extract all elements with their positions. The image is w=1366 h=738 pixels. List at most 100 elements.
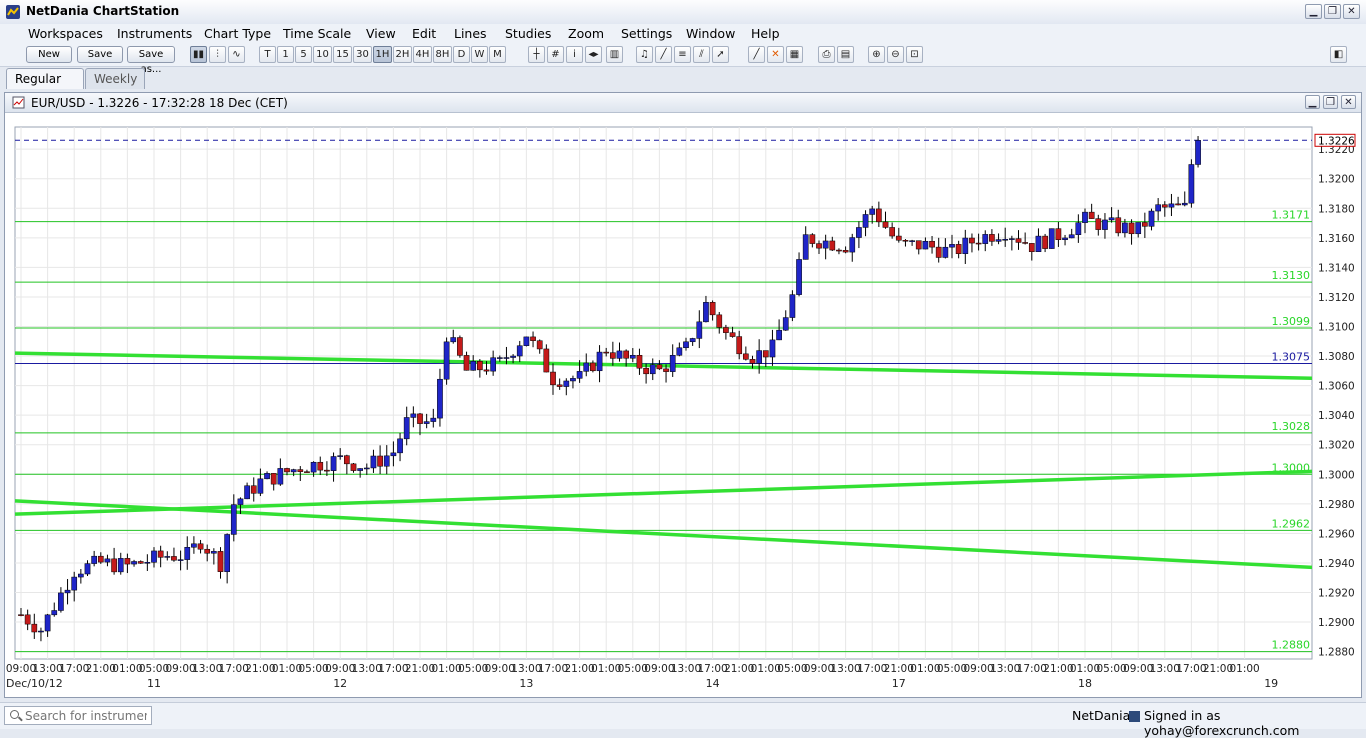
candle-body bbox=[802, 234, 809, 260]
y-tick-label: 1.3180 bbox=[1318, 203, 1355, 215]
interval-10-button[interactable]: 10 bbox=[313, 46, 332, 63]
interval-1-button[interactable]: 1 bbox=[277, 46, 294, 63]
zoom-in-icon[interactable]: ⊕ bbox=[868, 46, 885, 63]
menu-workspaces[interactable]: Workspaces bbox=[24, 25, 107, 43]
menu-view[interactable]: View bbox=[362, 25, 400, 43]
menu-studies[interactable]: Studies bbox=[501, 25, 555, 43]
menu-lines[interactable]: Lines bbox=[450, 25, 491, 43]
interval-4h-button[interactable]: 4H bbox=[413, 46, 432, 63]
menu-chart-type[interactable]: Chart Type bbox=[200, 25, 275, 43]
menu-edit[interactable]: Edit bbox=[408, 25, 440, 43]
delete-all-icon[interactable]: ▦ bbox=[786, 46, 803, 63]
date-label: 19 bbox=[1264, 677, 1278, 690]
new-button[interactable]: New bbox=[26, 46, 72, 63]
menu-time-scale[interactable]: Time Scale bbox=[279, 25, 355, 43]
line-chart-icon[interactable]: ∿ bbox=[228, 46, 245, 63]
candle-body bbox=[895, 235, 902, 241]
price-chart[interactable]: 1.2880 1.2900 1.2920 1.2940 1.2960 1.2980 1.30… bbox=[5, 113, 1361, 697]
interval-d-button[interactable]: D bbox=[453, 46, 470, 63]
candle-body bbox=[709, 302, 716, 316]
print-preview-icon[interactable]: ▤ bbox=[837, 46, 854, 63]
scroll-icon[interactable]: ◂▸ bbox=[585, 46, 602, 63]
save-as-button[interactable]: Save as... bbox=[127, 46, 175, 75]
zoom-reset-icon[interactable]: ⊡ bbox=[906, 46, 923, 63]
candle-body bbox=[816, 243, 822, 249]
candle-body bbox=[516, 345, 523, 357]
candle-body bbox=[869, 208, 876, 215]
instrument-search-input[interactable] bbox=[4, 706, 152, 725]
candle-body bbox=[623, 350, 629, 359]
candle-body bbox=[264, 473, 270, 480]
menu-instruments[interactable]: Instruments bbox=[113, 25, 196, 43]
volume-icon[interactable]: ▥ bbox=[606, 46, 623, 63]
candle-body bbox=[756, 350, 762, 364]
candle-body bbox=[78, 573, 84, 578]
bell-icon[interactable]: ♫ bbox=[636, 46, 653, 63]
candle-body bbox=[1122, 222, 1128, 234]
tab-regular[interactable]: Regular ✱ bbox=[6, 68, 84, 106]
y-tick-label: 1.3160 bbox=[1318, 233, 1355, 245]
info-icon[interactable]: i bbox=[566, 46, 583, 63]
interval-1h-button[interactable]: 1H bbox=[373, 46, 392, 63]
candle-body bbox=[363, 467, 370, 470]
date-label: 13 bbox=[519, 677, 533, 690]
candlestick-chart-icon[interactable]: ▮▮ bbox=[190, 46, 207, 63]
interval-5-button[interactable]: 5 bbox=[295, 46, 312, 63]
grid-icon[interactable]: # bbox=[547, 46, 564, 63]
candle-body bbox=[856, 227, 862, 238]
candle-body bbox=[270, 473, 277, 485]
fibonacci-icon[interactable]: ≡ bbox=[674, 46, 691, 63]
candle-body bbox=[563, 380, 570, 387]
interval-30-button[interactable]: 30 bbox=[353, 46, 372, 63]
crosshair-icon[interactable]: ┼ bbox=[528, 46, 545, 63]
chart-restore-button[interactable]: ❐ bbox=[1323, 95, 1338, 109]
candle-body bbox=[723, 327, 729, 333]
interval-8h-button[interactable]: 8H bbox=[433, 46, 452, 63]
menu-settings[interactable]: Settings bbox=[617, 25, 676, 43]
candle-body bbox=[1148, 210, 1155, 227]
cursor-icon[interactable]: ➚ bbox=[712, 46, 729, 63]
candle-body bbox=[703, 302, 709, 323]
candle-body bbox=[649, 364, 656, 375]
channel-icon[interactable]: ⫽ bbox=[693, 46, 710, 63]
y-tick-label: 1.3100 bbox=[1318, 322, 1355, 334]
interval-t-button[interactable]: T bbox=[259, 46, 276, 63]
status-bar: NetDania Signed in as yohay@forexcrunch.… bbox=[0, 702, 1366, 738]
tab-weekly-label: Weekly bbox=[94, 72, 138, 86]
delete-icon[interactable]: ✕ bbox=[767, 46, 784, 63]
candle-body bbox=[570, 378, 576, 382]
print-icon[interactable]: ⎙ bbox=[818, 46, 835, 63]
candle-body bbox=[217, 551, 224, 572]
candle-body bbox=[822, 240, 829, 249]
candle-body bbox=[1135, 222, 1142, 235]
menu-help[interactable]: Help bbox=[747, 25, 784, 43]
save-button[interactable]: Save bbox=[77, 46, 123, 63]
zoom-out-icon[interactable]: ⊖ bbox=[887, 46, 904, 63]
candle-body bbox=[669, 354, 676, 372]
x-tick-label: 01:00 bbox=[1229, 663, 1259, 675]
chart-minimize-button[interactable]: ▁ bbox=[1305, 95, 1320, 109]
interval-m-button[interactable]: M bbox=[489, 46, 506, 63]
interval-w-button[interactable]: W bbox=[471, 46, 488, 63]
panel-toggle-icon[interactable]: ◧ bbox=[1330, 46, 1347, 63]
candle-body bbox=[503, 357, 510, 359]
draw-line-icon[interactable]: ╱ bbox=[748, 46, 765, 63]
chart-close-button[interactable]: ✕ bbox=[1341, 95, 1356, 109]
minimize-button[interactable]: ▁ bbox=[1305, 4, 1322, 19]
restore-button[interactable]: ❐ bbox=[1324, 4, 1341, 19]
close-button[interactable]: ✕ bbox=[1343, 4, 1360, 19]
candle-body bbox=[437, 378, 443, 419]
menu-window[interactable]: Window bbox=[682, 25, 739, 43]
candle-body bbox=[490, 357, 496, 372]
interval-2h-button[interactable]: 2H bbox=[393, 46, 412, 63]
candle-body bbox=[949, 244, 955, 248]
candle-body bbox=[510, 355, 516, 358]
interval-15-button[interactable]: 15 bbox=[333, 46, 352, 63]
toolbar: New Save Save as... ▮▮ ⫶ ∿ ┼ # i ◂▸ ▥ ♫ … bbox=[0, 44, 1366, 75]
trendline-icon[interactable]: ╱ bbox=[655, 46, 672, 63]
menu-zoom[interactable]: Zoom bbox=[564, 25, 608, 43]
candle-body bbox=[902, 240, 909, 242]
tab-weekly[interactable]: Weekly bbox=[85, 68, 145, 89]
candle-body bbox=[164, 556, 171, 558]
bar-chart-icon[interactable]: ⫶ bbox=[209, 46, 226, 63]
